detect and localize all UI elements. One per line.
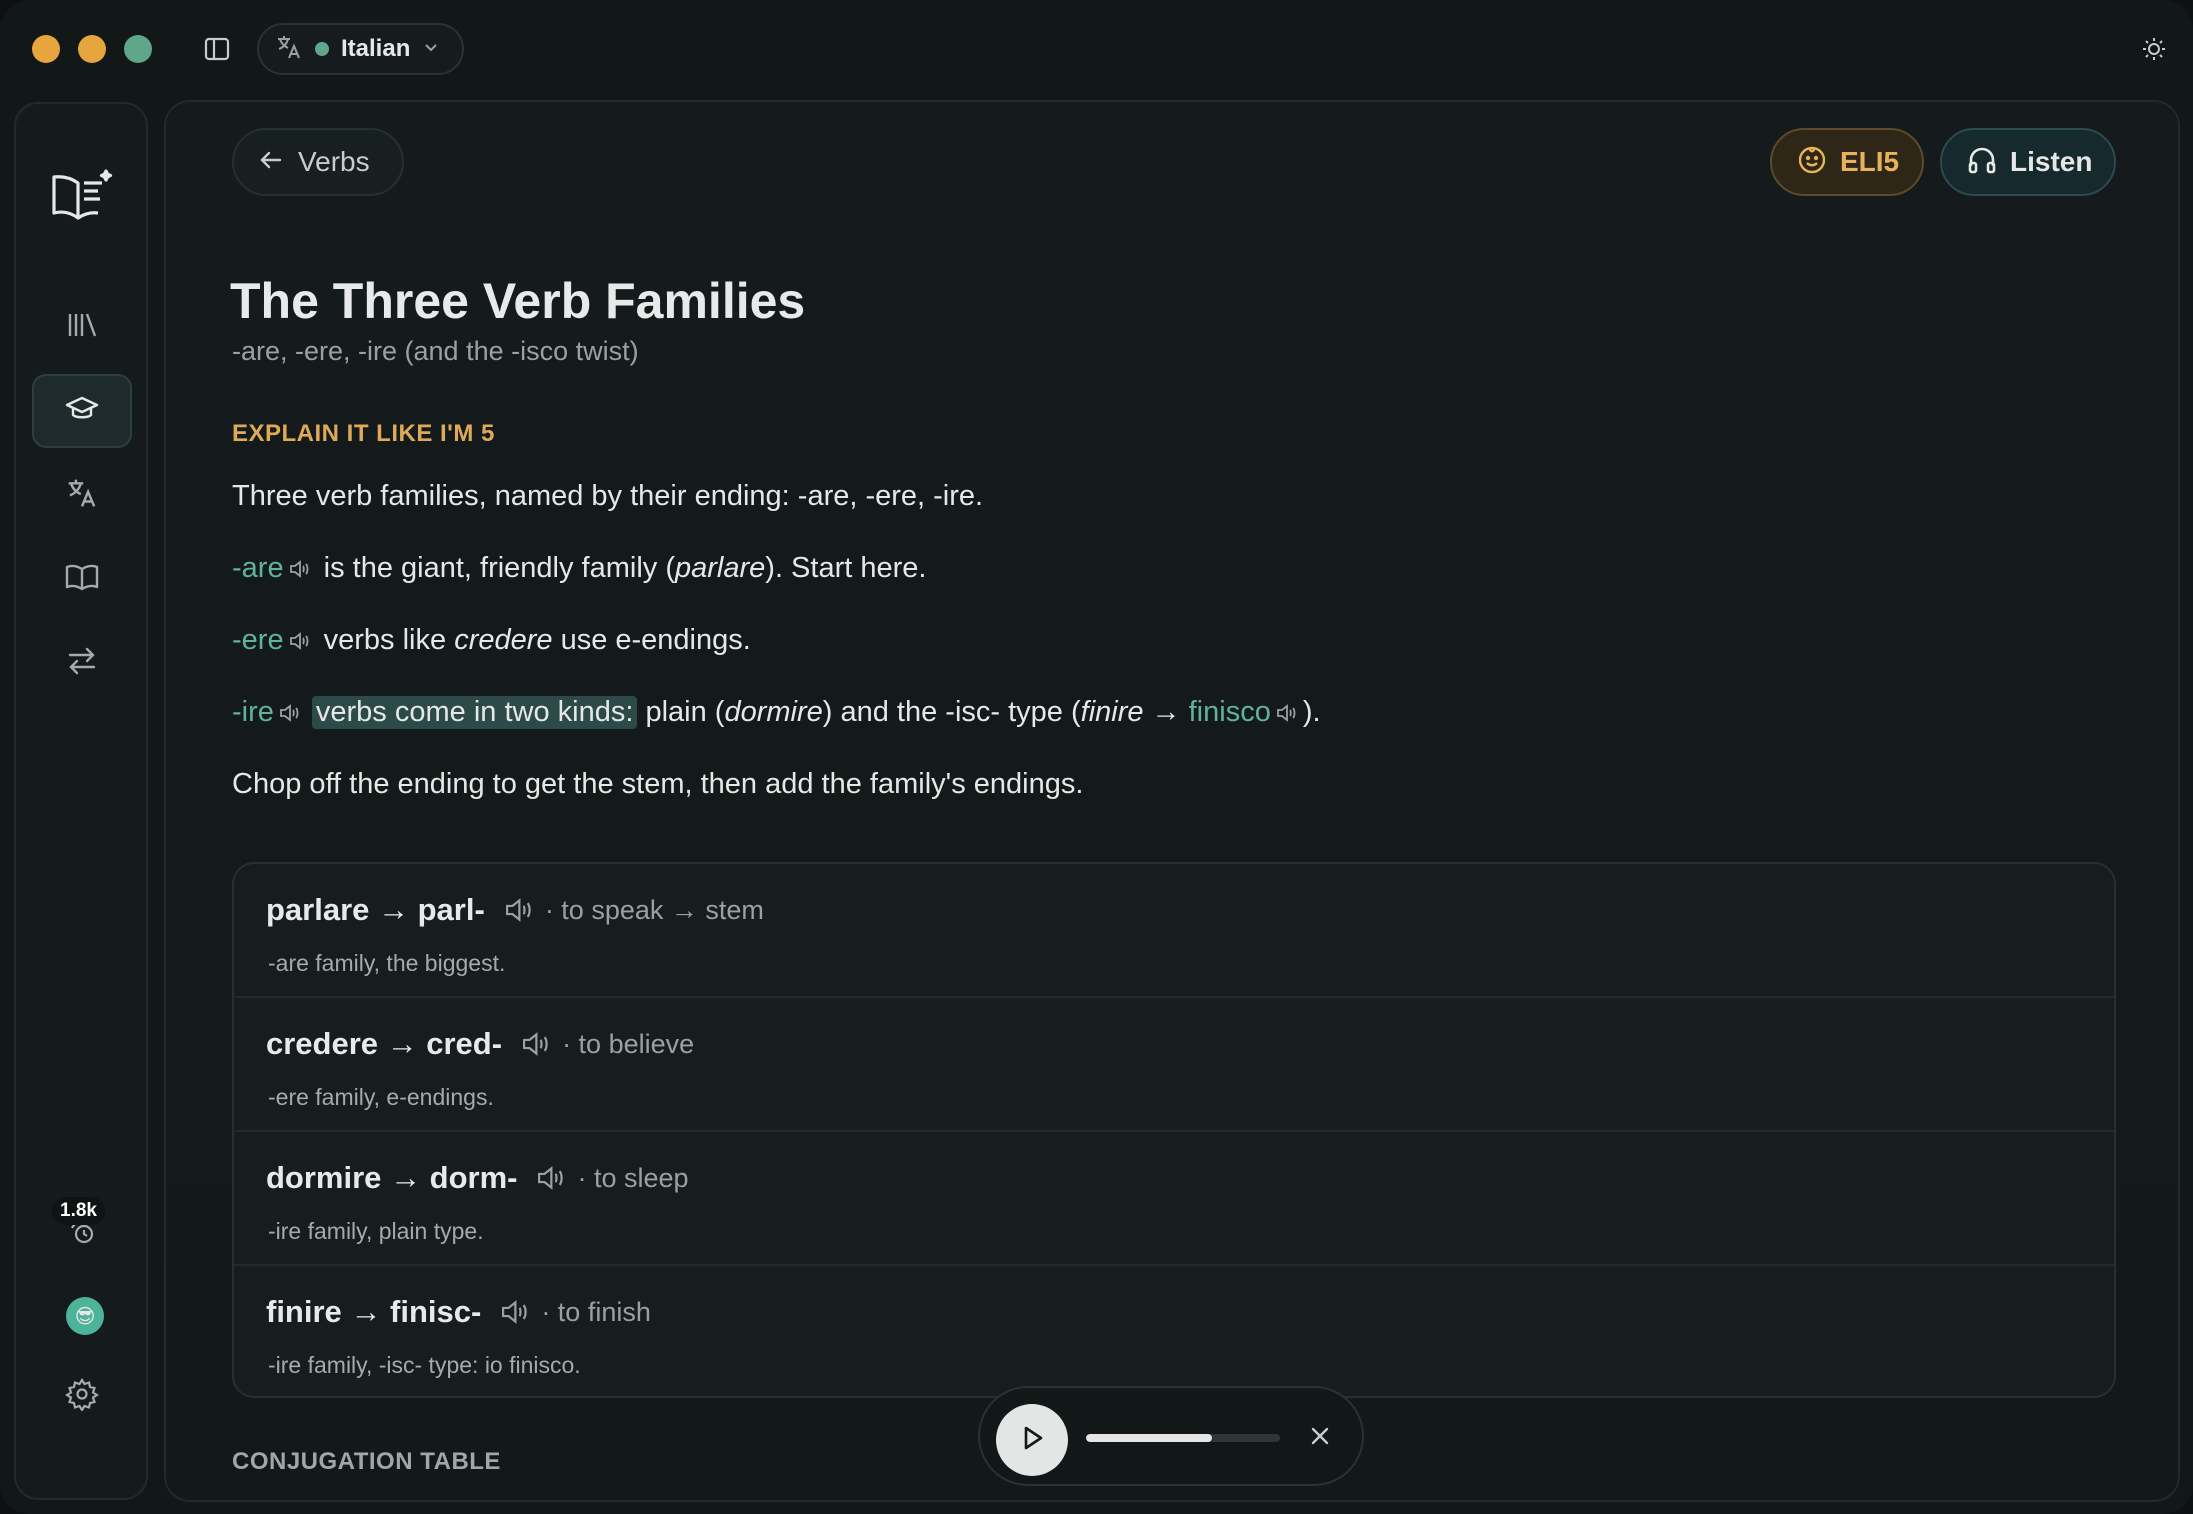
sun-icon[interactable] — [2135, 30, 2173, 68]
verb-stem: parlare → parl- — [266, 892, 485, 927]
settings-icon — [64, 1377, 100, 1416]
graduation-cap-icon — [64, 391, 100, 432]
paragraph-text: verbs like — [315, 624, 455, 656]
eli5-label: ELI5 — [1840, 146, 1900, 177]
verb-stem: dormire → dorm- — [266, 1160, 518, 1195]
lesson-panel: Verbs ELI5 Listen The Three Verb Familie… — [164, 100, 2180, 1502]
speaker-icon[interactable] — [503, 895, 533, 925]
language-selector[interactable]: Italian — [257, 23, 464, 75]
sidebar-toggle-icon[interactable] — [200, 32, 234, 66]
verb-note: -are family, the biggest. — [268, 950, 506, 976]
page-subtitle: -are, -ere, -ire (and the -isco twist) — [232, 336, 639, 366]
rail-library[interactable] — [32, 290, 132, 364]
list-item[interactable]: dormire → dorm- · to sleep -ire family, … — [234, 1132, 2114, 1266]
language-label: Italian — [341, 35, 411, 62]
translate-icon — [275, 33, 303, 66]
speaker-icon[interactable] — [535, 1163, 565, 1193]
arrow-left-icon — [258, 147, 284, 178]
list-item[interactable]: parlare → parl- · to speak → stem -are f… — [234, 864, 2114, 998]
chevron-down-icon — [422, 38, 440, 61]
play-button[interactable] — [996, 1404, 1068, 1476]
eli5-paragraph: Chop off the ending to get the stem, the… — [232, 768, 1084, 800]
paragraph-text: ) and the -isc- type ( — [822, 696, 1081, 728]
listen-label: Listen — [2010, 146, 2093, 177]
speaker-icon[interactable] — [520, 1029, 550, 1059]
headphones-icon — [1966, 144, 1998, 181]
audio-player — [978, 1386, 1364, 1486]
back-button-label: Verbs — [298, 146, 370, 177]
streak-badge: 1.8k — [52, 1197, 105, 1225]
rail-translate[interactable] — [32, 458, 132, 532]
close-icon — [1309, 1425, 1331, 1452]
rail-settings[interactable] — [32, 1366, 132, 1426]
swap-icon — [65, 644, 99, 683]
close-player-button[interactable] — [1304, 1422, 1336, 1454]
verb-note: -ire family, -isc- type: io finisco. — [268, 1352, 581, 1378]
rail-swap[interactable] — [32, 626, 132, 700]
library-icon — [65, 308, 99, 347]
nav-rail: 1.8k 😎 — [14, 102, 148, 1500]
progress-fill — [1086, 1434, 1213, 1442]
app-window: Italian 1.8k 😎 Verbs ELI5 Listen The Thr… — [0, 0, 2193, 1514]
page-title: The Three Verb Families — [230, 273, 806, 329]
eli5-paragraph: -ere verbs like credere use e-endings. — [232, 624, 751, 657]
verb-gloss: · to finish — [541, 1296, 651, 1327]
progress-slider[interactable] — [1086, 1434, 1280, 1442]
verb-gloss: · to sleep — [577, 1162, 689, 1193]
verb-note: -ire family, plain type. — [268, 1218, 484, 1244]
translate-icon — [65, 476, 99, 515]
play-icon — [1017, 1423, 1047, 1458]
term-link[interactable]: -ere — [232, 624, 284, 657]
minimize-window-button[interactable] — [78, 35, 106, 63]
list-item[interactable]: credere → cred- · to believe -ere family… — [234, 998, 2114, 1132]
speaker-icon[interactable] — [499, 1297, 529, 1327]
rail-reader[interactable] — [32, 542, 132, 616]
example-verb: parlare — [675, 552, 766, 584]
verb-gloss: · to believe — [562, 1028, 695, 1059]
paragraph-text: ). Start here. — [765, 552, 927, 584]
highlighted-text[interactable]: verbs come in two kinds: — [311, 696, 638, 729]
example-verb: credere — [454, 624, 553, 656]
term-link[interactable]: -ire — [232, 696, 274, 729]
speaker-icon[interactable] — [288, 558, 310, 580]
eli5-paragraph: -are is the giant, friendly family ( par… — [232, 552, 926, 585]
paragraph-text: use e-endings. — [552, 624, 751, 656]
verb-stem: credere → cred- — [266, 1026, 503, 1061]
eli5-heading: EXPLAIN IT LIKE I'M 5 — [232, 420, 495, 447]
baby-face-icon — [1796, 144, 1828, 181]
arrow-text: → — [1143, 696, 1189, 728]
eli5-button[interactable]: ELI5 — [1770, 128, 1924, 196]
verb-note: -ere family, e-endings. — [268, 1084, 494, 1110]
eli5-paragraph: -ire verbs come in two kinds: plain ( do… — [232, 696, 1321, 729]
title-bar: Italian — [0, 0, 2193, 100]
close-window-button[interactable] — [32, 35, 60, 63]
speaker-icon[interactable] — [288, 630, 310, 652]
term-link[interactable]: -are — [232, 552, 284, 585]
app-logo-icon[interactable] — [46, 159, 118, 231]
language-status-dot — [315, 42, 329, 56]
paragraph-text: plain ( — [637, 696, 725, 728]
paragraph-text: ). — [1302, 696, 1321, 728]
avatar[interactable]: 😎 — [66, 1297, 104, 1335]
book-open-icon — [64, 559, 100, 600]
conjugation-heading: CONJUGATION TABLE — [232, 1448, 501, 1475]
speaker-icon[interactable] — [278, 702, 300, 724]
speaker-icon[interactable] — [1275, 702, 1297, 724]
rail-lessons[interactable] — [32, 374, 132, 448]
paragraph-text: is the giant, friendly family ( — [315, 552, 675, 584]
maximize-window-button[interactable] — [124, 35, 152, 63]
eli5-paragraph: Three verb families, named by their endi… — [232, 480, 984, 512]
verb-list: parlare → parl- · to speak → stem -are f… — [232, 862, 2116, 1398]
back-button[interactable]: Verbs — [232, 128, 404, 196]
term-link[interactable]: finisco — [1189, 696, 1271, 729]
example-verb: finire — [1080, 696, 1144, 728]
listen-button[interactable]: Listen — [1940, 128, 2116, 196]
verb-gloss: · to speak → stem — [544, 894, 764, 925]
list-item[interactable]: finire → finisc- · to finish -ire family… — [234, 1266, 2114, 1396]
example-verb: dormire — [724, 696, 823, 728]
verb-stem: finire → finisc- — [266, 1294, 482, 1329]
